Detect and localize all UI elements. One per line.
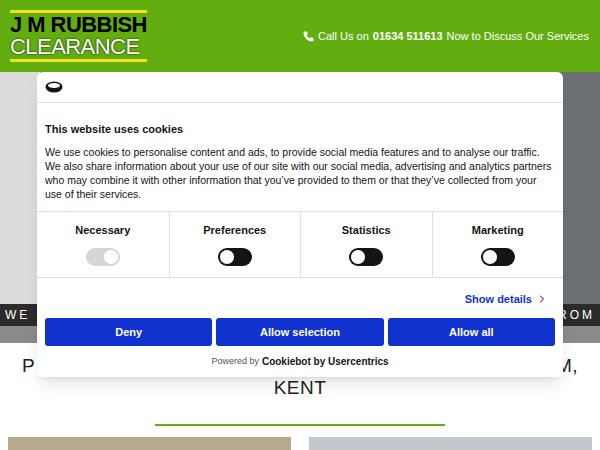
powered-by: Powered byCookiebot by Usercentrics [37,346,563,369]
site-header: J M RUBBISHCLEARANCE Call Us on01634 5116… [0,0,600,72]
phone-prefix: Call Us on [318,28,369,45]
chevron-right-icon [536,293,548,305]
phone-info[interactable]: Call Us on01634 511613Now to Discuss Our… [303,28,590,45]
logo-line2: CLEARANCE [10,36,147,58]
hero-caption-left: WE [5,306,30,324]
toggle-switch[interactable] [349,248,383,266]
toggle-switch[interactable] [218,248,252,266]
logo-line1: J M RUBBISH [10,14,147,36]
phone-number: 01634 511613 [373,28,443,45]
divider-line [155,424,445,426]
dialog-body: This website uses cookies We use cookies … [37,103,563,212]
service-image [309,437,592,450]
consent-button[interactable]: Allow all [388,318,555,346]
brand-link[interactable]: Cookiebot by Usercentrics [262,354,389,369]
toggle-knob [220,250,234,264]
intro-heading-line2: KENT [274,377,327,399]
consent-label: Marketing [472,222,524,239]
toggle-switch [86,248,120,266]
toggle-knob [104,250,118,264]
consent-button[interactable]: Deny [45,318,212,346]
cookie-dialog: This website uses cookies We use cookies … [37,72,563,377]
phone-icon [303,31,314,42]
consent-label: Necessary [75,222,130,239]
show-details-link[interactable]: Show details [465,291,548,308]
toggle-switch[interactable] [481,248,515,266]
toggle-knob [351,250,365,264]
consent-toggles: Necessary Preferences Statistics Marketing [37,212,563,278]
service-image [8,437,291,450]
consent-label: Preferences [203,222,266,239]
consent-button[interactable]: Allow selection [216,318,383,346]
dialog-title: This website uses cookies [45,121,555,138]
dialog-text: We use cookies to personalise content an… [45,145,555,201]
toggle-knob [483,250,497,264]
consent-label: Statistics [342,222,391,239]
page: J M RUBBISHCLEARANCE Call Us on01634 5116… [0,0,600,450]
consent-category: Statistics [300,212,432,277]
consent-category: Marketing [432,212,564,277]
dialog-buttons: DenyAllow selectionAllow all [37,307,563,346]
dialog-header [37,72,563,103]
cookiebot-logo-icon [45,81,63,93]
hero-caption-right: ROM [558,306,595,324]
consent-category: Preferences [169,212,301,277]
consent-category: Necessary [37,212,169,277]
phone-suffix: Now to Discuss Our Services [447,28,589,45]
logo[interactable]: J M RUBBISHCLEARANCE [10,10,147,62]
